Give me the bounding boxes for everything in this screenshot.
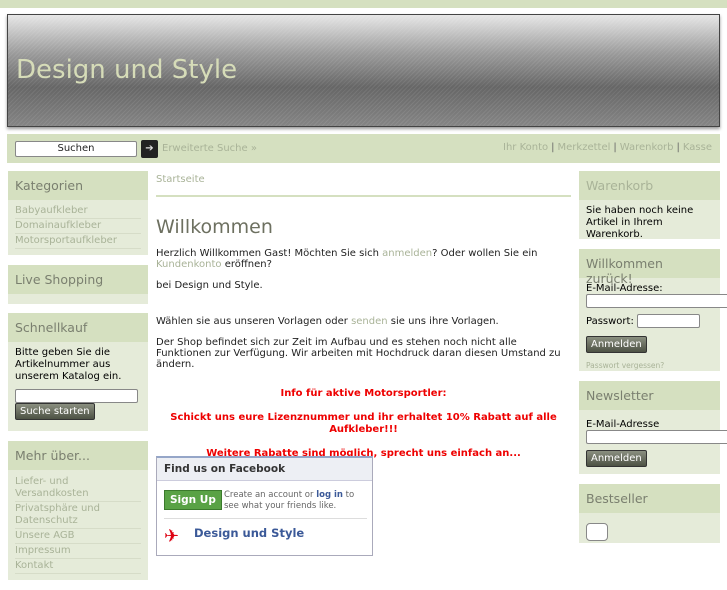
info-link[interactable]: Unsere AGB — [15, 529, 141, 544]
page-logo-icon: ✈ — [164, 526, 180, 547]
info-link[interactable]: Impressum — [15, 544, 141, 559]
newsletter-subscribe-button[interactable]: Anmelden — [586, 450, 647, 467]
facebook-widget: Find us on Facebook Sign Up Create an ac… — [156, 456, 373, 556]
article-number-input[interactable] — [15, 389, 138, 403]
login-title: Willkommen zurück! — [579, 249, 720, 286]
page-title: Willkommen — [156, 216, 273, 238]
construction-text: Der Shop befindet sich zur Zeit im Aufba… — [156, 337, 561, 370]
main-content: Startseite Willkommen Herzlich Willkomme… — [156, 171, 571, 472]
search-start-button[interactable]: Suche starten — [15, 403, 95, 420]
info-link[interactable]: Kontakt — [15, 559, 141, 574]
right-column: Warenkorb Sie haben noch keine Artikel i… — [579, 171, 727, 553]
site-title[interactable]: Design und Style — [16, 55, 237, 85]
facebook-title: Find us on Facebook — [157, 458, 372, 481]
newsletter-title: Newsletter — [579, 381, 720, 410]
password-label: Passwort: — [586, 316, 634, 327]
email-label: E-Mail-Adresse: — [586, 283, 663, 294]
link-cart[interactable]: Warenkorb — [620, 142, 674, 153]
promo-heading: Info für aktive Motorsportler: — [280, 388, 447, 399]
login-link[interactable]: anmelden — [382, 248, 432, 259]
send-link[interactable]: senden — [351, 316, 388, 327]
search-go-button[interactable]: ➔ — [141, 140, 158, 158]
password-input[interactable] — [637, 314, 701, 328]
bestseller-title: Bestseller — [579, 484, 720, 513]
category-link[interactable]: Babyaufkleber — [15, 204, 141, 219]
quick-buy-box: Schnellkauf Bitte geben Sie die Artikeln… — [8, 313, 148, 431]
quick-buy-title: Schnellkauf — [8, 313, 148, 342]
breadcrumb[interactable]: Startseite — [156, 171, 571, 197]
top-strip — [0, 0, 727, 8]
newsletter-email-label: E-Mail-Adresse — [586, 419, 660, 430]
templates-text: Wählen sie aus unseren Vorlagen oder sen… — [156, 316, 499, 327]
nav-bar: Suchen ➔ Erweiterte Suche » Ihr Konto | Me… — [7, 134, 720, 163]
login-box: Willkommen zurück! E-Mail-Adresse: Passw… — [579, 249, 727, 371]
left-column: Kategorien Babyaufkleber Domainaufkleber… — [8, 171, 148, 590]
header-banner: Design und Style — [7, 14, 720, 127]
shop-name-text: bei Design und Style. — [156, 280, 263, 291]
newsletter-box: Newsletter E-Mail-Adresse Anmelden — [579, 381, 727, 474]
promo-text: Schickt uns eure Lizenznummer und ihr er… — [170, 412, 557, 435]
forgot-password-link[interactable]: Passwort vergessen? — [586, 361, 713, 370]
more-about-title: Mehr über... — [8, 441, 148, 470]
info-link[interactable]: Privatsphäre und Datenschutz — [15, 502, 141, 529]
register-link[interactable]: Kundenkonto — [156, 259, 222, 270]
category-link[interactable]: Domainaufkleber — [15, 219, 141, 234]
email-input[interactable] — [586, 294, 727, 308]
product-thumbnail-icon[interactable] — [586, 523, 608, 541]
categories-title: Kategorien — [8, 171, 148, 200]
category-link[interactable]: Motorsportaufkleber — [15, 234, 141, 249]
advanced-search-link[interactable]: Erweiterte Suche » — [162, 143, 257, 154]
account-links: Ihr Konto | Merkzettel | Warenkorb | Kasse — [503, 142, 712, 153]
live-shopping-title[interactable]: Live Shopping — [8, 265, 148, 294]
cart-title[interactable]: Warenkorb — [579, 171, 720, 200]
facebook-signup-button[interactable]: Sign Up — [164, 490, 222, 510]
live-shopping-box: Live Shopping — [8, 265, 148, 304]
cart-box: Warenkorb Sie haben noch keine Artikel i… — [579, 171, 720, 240]
welcome-text: Herzlich Willkommen Gast! Möchten Sie si… — [156, 248, 538, 270]
link-checkout[interactable]: Kasse — [683, 142, 712, 153]
facebook-page: ✈ Design und Style — [164, 518, 367, 547]
more-about-box: Mehr über... Liefer- und Versandkosten P… — [8, 441, 148, 580]
search-input[interactable]: Suchen — [15, 141, 137, 157]
quick-buy-text: Bitte geben Sie die Artikelnummer aus un… — [15, 347, 122, 382]
bestseller-box: Bestseller — [579, 484, 720, 543]
login-button[interactable]: Anmelden — [586, 336, 647, 353]
facebook-login-link[interactable]: log in — [316, 490, 343, 500]
facebook-page-name[interactable]: Design und Style — [194, 526, 304, 540]
info-link[interactable]: Liefer- und Versandkosten — [15, 475, 141, 502]
link-account[interactable]: Ihr Konto — [503, 142, 548, 153]
categories-box: Kategorien Babyaufkleber Domainaufkleber… — [8, 171, 148, 255]
cart-text: Sie haben noch keine Artikel in Ihrem Wa… — [586, 205, 694, 240]
link-wishlist[interactable]: Merkzettel — [558, 142, 611, 153]
facebook-text: Create an account or log in to see what … — [224, 490, 355, 511]
newsletter-email-input[interactable] — [586, 430, 727, 444]
